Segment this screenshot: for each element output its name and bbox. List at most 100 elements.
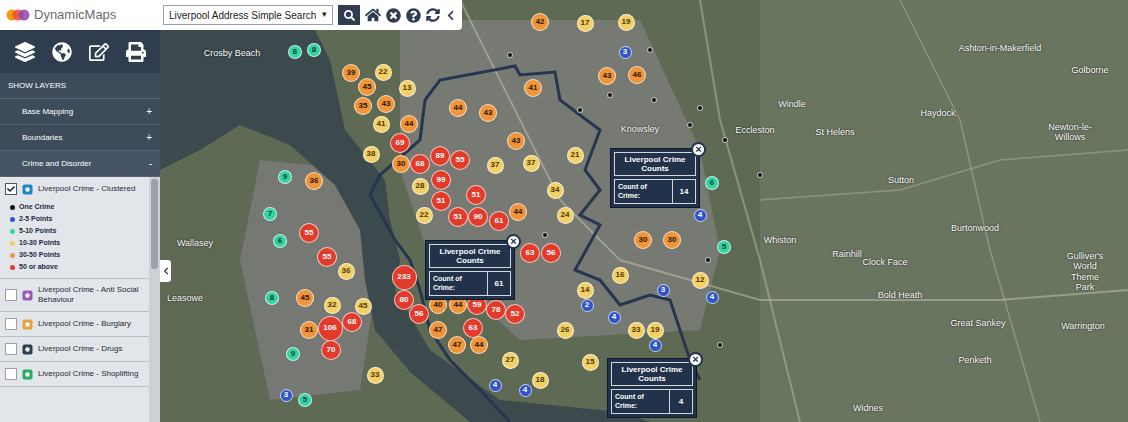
- layer-checkbox[interactable]: [5, 318, 17, 330]
- layer-row[interactable]: Liverpool Crime - Anti Social Behaviour: [0, 279, 149, 311]
- search-button[interactable]: [338, 5, 360, 25]
- cluster-pin[interactable]: 12: [692, 272, 709, 289]
- cluster-pin[interactable]: 4: [649, 339, 662, 352]
- layer-group[interactable]: Crime and Disorder-: [0, 151, 160, 177]
- cluster-pin[interactable]: 38: [363, 146, 380, 163]
- help-icon[interactable]: [406, 8, 421, 23]
- cluster-pin[interactable]: 43: [598, 67, 616, 85]
- cluster-pin[interactable]: 63: [520, 243, 540, 263]
- cluster-pin[interactable]: 30: [663, 231, 681, 249]
- cluster-pin[interactable]: 99: [431, 170, 451, 190]
- cluster-pin[interactable]: [607, 92, 613, 98]
- cluster-pin[interactable]: 19: [618, 14, 635, 31]
- cluster-pin[interactable]: 70: [321, 340, 341, 360]
- cluster-pin[interactable]: 55: [299, 223, 319, 243]
- cluster-pin[interactable]: 33: [628, 322, 645, 339]
- cluster-pin[interactable]: 55: [317, 247, 337, 267]
- print-icon[interactable]: [126, 42, 146, 62]
- layer-checkbox[interactable]: [5, 289, 17, 301]
- cluster-pin[interactable]: 78: [486, 300, 506, 320]
- cluster-pin[interactable]: 61: [489, 211, 509, 231]
- cluster-pin[interactable]: 37: [523, 155, 540, 172]
- cluster-pin[interactable]: 46: [628, 66, 646, 84]
- cluster-pin[interactable]: 16: [612, 267, 629, 284]
- cluster-pin[interactable]: 7: [263, 207, 277, 221]
- layer-group[interactable]: Base Mapping+: [0, 99, 160, 125]
- cluster-pin[interactable]: 55: [450, 150, 470, 170]
- cluster-pin[interactable]: 44: [470, 336, 488, 354]
- cluster-pin[interactable]: 4: [694, 209, 707, 222]
- cluster-pin[interactable]: 233: [392, 265, 417, 290]
- layer-row[interactable]: Liverpool Crime - Burglary: [0, 312, 149, 336]
- cluster-pin[interactable]: 21: [567, 147, 584, 164]
- layer-row[interactable]: Liverpool Crime - Drugs: [0, 337, 149, 361]
- cluster-pin[interactable]: [542, 232, 548, 238]
- collapse-toolbar-icon[interactable]: [445, 10, 456, 21]
- cluster-pin[interactable]: 4: [519, 384, 532, 397]
- cluster-pin[interactable]: 6: [288, 45, 302, 59]
- cluster-pin[interactable]: 51: [431, 191, 451, 211]
- cluster-pin[interactable]: 69: [390, 133, 410, 153]
- cluster-pin[interactable]: 51: [448, 207, 468, 227]
- popup-close-button[interactable]: ×: [688, 352, 703, 367]
- cluster-pin[interactable]: 36: [305, 172, 323, 190]
- cluster-pin[interactable]: 6: [273, 234, 287, 248]
- cluster-pin[interactable]: 3: [280, 389, 293, 402]
- cluster-pin[interactable]: 22: [375, 64, 392, 81]
- layer-row[interactable]: Liverpool Crime - Clustered: [0, 177, 149, 201]
- cluster-pin[interactable]: [757, 172, 763, 178]
- cluster-pin[interactable]: 26: [557, 322, 574, 339]
- cluster-pin[interactable]: 4: [489, 379, 502, 392]
- cluster-pin[interactable]: 18: [532, 372, 549, 389]
- cluster-pin[interactable]: 15: [582, 354, 599, 371]
- cluster-pin[interactable]: 24: [557, 207, 574, 224]
- globe-icon[interactable]: [52, 42, 72, 62]
- cluster-pin[interactable]: 28: [412, 178, 429, 195]
- cluster-pin[interactable]: 14: [577, 282, 594, 299]
- layer-checkbox[interactable]: [5, 368, 17, 380]
- logo[interactable]: DynamicMaps: [0, 0, 160, 30]
- scrollbar[interactable]: [149, 177, 160, 422]
- cluster-pin[interactable]: 90: [468, 207, 488, 227]
- scrollbar-thumb[interactable]: [151, 179, 158, 269]
- cluster-pin[interactable]: [697, 105, 703, 111]
- cluster-pin[interactable]: 41: [524, 79, 542, 97]
- cluster-pin[interactable]: 45: [296, 289, 314, 307]
- cluster-pin[interactable]: [647, 47, 653, 53]
- cluster-pin[interactable]: [717, 342, 723, 348]
- layer-group-toggle[interactable]: +: [146, 104, 152, 119]
- layer-row[interactable]: Liverpool Crime - Shoplifting: [0, 362, 149, 386]
- cluster-pin[interactable]: 36: [338, 263, 355, 280]
- cluster-pin[interactable]: [651, 97, 657, 103]
- cluster-pin[interactable]: [705, 257, 711, 263]
- cluster-pin[interactable]: 3: [657, 284, 670, 297]
- cluster-pin[interactable]: 52: [505, 304, 525, 324]
- cluster-pin[interactable]: 22: [416, 207, 433, 224]
- cluster-pin[interactable]: 39: [342, 64, 360, 82]
- cluster-pin[interactable]: 5: [717, 240, 731, 254]
- collapse-sidebar-button[interactable]: [160, 260, 171, 282]
- cluster-pin[interactable]: 5: [298, 393, 312, 407]
- cluster-pin[interactable]: 63: [463, 318, 483, 338]
- popup-close-button[interactable]: ×: [691, 142, 706, 157]
- cluster-pin[interactable]: 32: [324, 297, 341, 314]
- search-dropdown[interactable]: Liverpool Address Simple Search▾: [163, 5, 333, 25]
- cluster-pin[interactable]: 44: [449, 99, 467, 117]
- cluster-pin[interactable]: [687, 122, 693, 128]
- layer-group-toggle[interactable]: -: [149, 156, 152, 171]
- layer-group[interactable]: Boundaries+: [0, 125, 160, 151]
- cluster-pin[interactable]: 37: [487, 157, 504, 174]
- cluster-pin[interactable]: 30: [634, 231, 652, 249]
- cluster-pin[interactable]: 27: [502, 352, 519, 369]
- cluster-pin[interactable]: 33: [367, 367, 384, 384]
- cluster-pin[interactable]: 56: [409, 304, 429, 324]
- cluster-pin[interactable]: 42: [531, 13, 549, 31]
- cluster-pin[interactable]: 44: [400, 115, 418, 133]
- layer-group-toggle[interactable]: +: [146, 130, 152, 145]
- cluster-pin[interactable]: 6: [705, 176, 719, 190]
- cluster-pin[interactable]: 4: [608, 311, 621, 324]
- cluster-pin[interactable]: [577, 107, 583, 113]
- cluster-pin[interactable]: 43: [479, 104, 497, 122]
- layer-checkbox[interactable]: [5, 343, 17, 355]
- home-icon[interactable]: [365, 7, 381, 23]
